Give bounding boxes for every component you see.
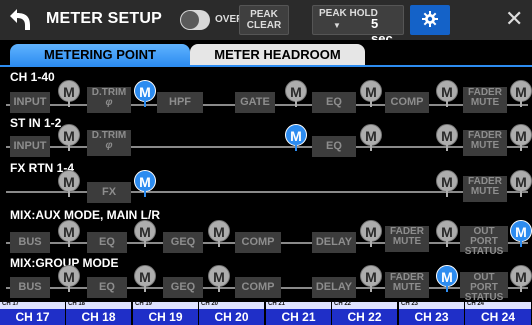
block-input: INPUT xyxy=(10,136,50,157)
meter-point[interactable]: M xyxy=(510,170,532,197)
channel-strip-24[interactable]: CH 24 CH 24 xyxy=(465,301,532,325)
close-icon[interactable]: ✕ xyxy=(505,6,523,32)
meter-point[interactable]: M xyxy=(208,265,234,292)
channel-bar: CH 17 CH 17 CH 18 CH 18 CH 19 CH 19 CH 20 CH… xyxy=(0,301,532,325)
block-delay: DELAY xyxy=(312,277,356,298)
peak-clear-line2: CLEAR xyxy=(246,20,282,31)
block-delay: DELAY xyxy=(312,232,356,253)
back-button[interactable] xyxy=(4,5,36,33)
channel-strip-20[interactable]: CH 20 CH 20 xyxy=(199,301,265,325)
meter-point-selected[interactable]: M xyxy=(285,124,311,151)
meter-point-selected[interactable]: M xyxy=(510,220,532,247)
meter-point[interactable]: M xyxy=(58,170,84,197)
meter-point[interactable]: M xyxy=(208,220,234,247)
header-bar: METER SETUP OVER PEAK CLEAR PEAK HOLD ▼ … xyxy=(0,0,532,46)
meter-point[interactable]: M xyxy=(436,220,462,247)
block-eq: EQ xyxy=(87,232,127,253)
peak-hold-label: PEAK HOLD xyxy=(319,8,378,19)
meter-point[interactable]: M xyxy=(510,265,532,292)
block-out-port-status: OUT PORT STATUS xyxy=(460,226,508,257)
meter-point-selected[interactable]: M xyxy=(134,80,160,107)
block-fader-mute: FADER MUTE xyxy=(385,272,429,298)
block-geq: GEQ xyxy=(163,277,203,298)
tab-metering-point[interactable]: METERING POINT xyxy=(10,44,190,66)
tab-meter-headroom[interactable]: METER HEADROOM xyxy=(190,44,365,66)
tab-underline xyxy=(0,65,532,67)
meter-point[interactable]: M xyxy=(58,124,84,151)
channel-strip-22[interactable]: CH 22 CH 22 xyxy=(332,301,398,325)
block-comp: COMP xyxy=(235,277,281,298)
toggle-knob xyxy=(181,11,199,29)
block-comp: COMP xyxy=(385,92,429,113)
block-fx: FX xyxy=(87,182,131,203)
block-input: INPUT xyxy=(10,92,50,113)
block-gate: GATE xyxy=(235,92,275,113)
block-fader-mute: FADER MUTE xyxy=(463,176,507,202)
channel-strip-19[interactable]: CH 19 CH 19 xyxy=(133,301,199,325)
block-eq: EQ xyxy=(312,92,356,113)
meter-point[interactable]: M xyxy=(134,220,160,247)
meter-point[interactable]: M xyxy=(510,124,532,151)
settings-button[interactable] xyxy=(410,5,450,35)
dropdown-arrow-icon: ▼ xyxy=(333,21,341,30)
meter-point[interactable]: M xyxy=(134,265,160,292)
block-bus: BUS xyxy=(10,277,50,298)
meter-point[interactable]: M xyxy=(285,80,311,107)
block-geq: GEQ xyxy=(163,232,203,253)
channel-strip-18[interactable]: CH 18 CH 18 xyxy=(66,301,132,325)
channel-strip-23[interactable]: CH 23 CH 23 xyxy=(399,301,465,325)
meter-point[interactable]: M xyxy=(360,80,386,107)
meter-point-selected[interactable]: M xyxy=(436,265,462,292)
meter-point[interactable]: M xyxy=(360,265,386,292)
meter-point[interactable]: M xyxy=(58,220,84,247)
block-bus: BUS xyxy=(10,232,50,253)
gear-icon xyxy=(422,11,438,27)
meter-point[interactable]: M xyxy=(360,124,386,151)
channel-strip-17[interactable]: CH 17 CH 17 xyxy=(0,301,66,325)
meter-point[interactable]: M xyxy=(58,80,84,107)
block-comp: COMP xyxy=(235,232,281,253)
section-title-ch: CH 1-40 xyxy=(10,70,55,84)
channel-strip-21[interactable]: CH 21 CH 21 xyxy=(266,301,332,325)
meter-point[interactable]: M xyxy=(436,124,462,151)
block-hpf: HPF xyxy=(157,92,203,113)
block-dtrim: D.TRIM φ xyxy=(87,130,131,156)
over-toggle[interactable] xyxy=(180,10,210,30)
peak-hold-selector[interactable]: PEAK HOLD ▼ 5 sec xyxy=(312,5,404,46)
block-eq: EQ xyxy=(87,277,127,298)
block-fader-mute: FADER MUTE xyxy=(463,87,507,113)
meter-point[interactable]: M xyxy=(510,80,532,107)
meter-point[interactable]: M xyxy=(360,220,386,247)
block-fader-mute: FADER MUTE xyxy=(463,130,507,156)
back-arrow-icon xyxy=(10,9,30,30)
section-title-st-in: ST IN 1-2 xyxy=(10,116,62,130)
block-fader-mute: FADER MUTE xyxy=(385,226,429,252)
page-title: METER SETUP xyxy=(46,10,162,27)
meter-point[interactable]: M xyxy=(436,80,462,107)
meter-point[interactable]: M xyxy=(436,170,462,197)
meter-point-selected[interactable]: M xyxy=(134,170,160,197)
peak-clear-line1: PEAK xyxy=(250,9,278,20)
block-dtrim: D.TRIM φ xyxy=(87,87,131,113)
peak-clear-button[interactable]: PEAK CLEAR xyxy=(239,5,289,35)
block-out-port-status: OUT PORT STATUS xyxy=(460,272,508,303)
block-eq: EQ xyxy=(312,136,356,157)
meter-point[interactable]: M xyxy=(58,265,84,292)
